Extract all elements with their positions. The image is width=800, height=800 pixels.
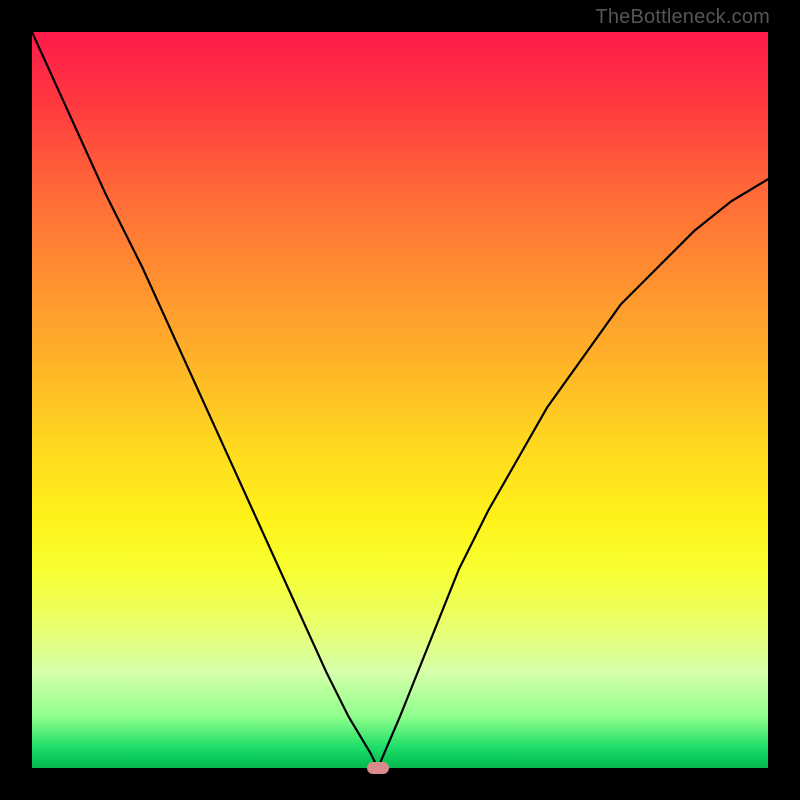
watermark-text: TheBottleneck.com (595, 6, 770, 29)
chart-frame: TheBottleneck.com (0, 0, 800, 800)
curve-right-branch (378, 179, 768, 768)
curve-left-branch (32, 32, 378, 768)
optimal-point-marker (367, 762, 389, 774)
bottleneck-curve (32, 32, 768, 768)
plot-area (32, 32, 768, 768)
